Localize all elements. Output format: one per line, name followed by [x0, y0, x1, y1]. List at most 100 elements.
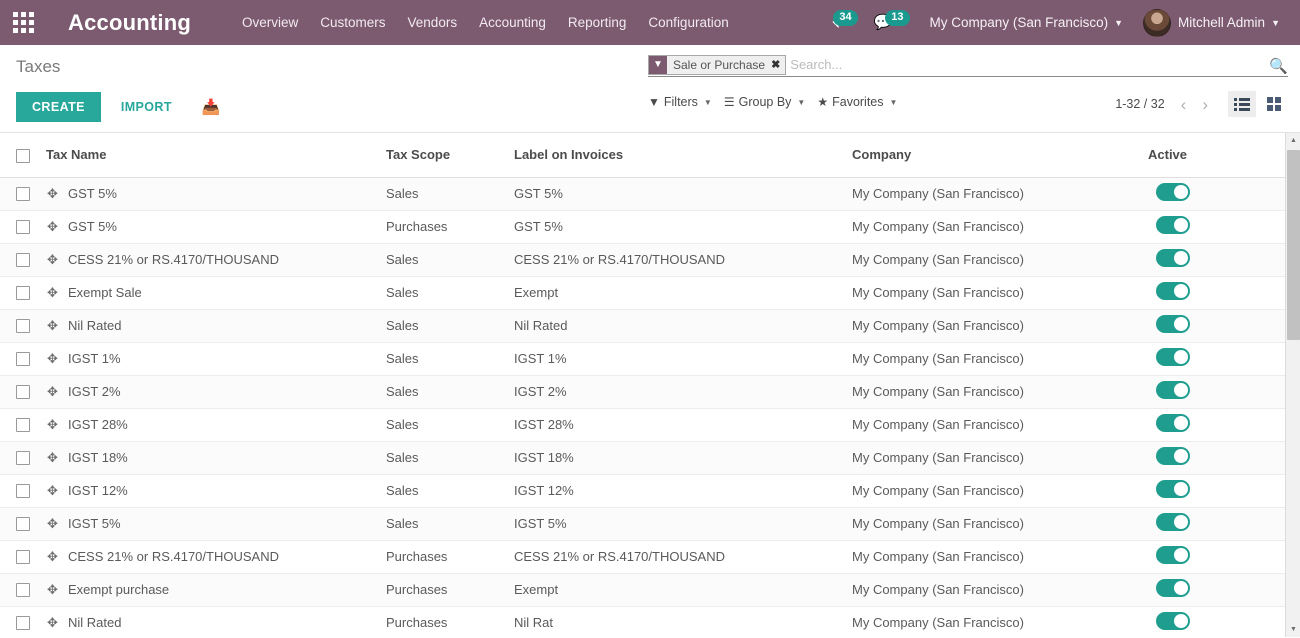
cell-tax-scope[interactable]: Sales — [386, 474, 514, 508]
row-checkbox[interactable] — [16, 220, 30, 235]
table-row[interactable]: ✥ IGST 2% Sales IGST 2% My Company (San Fran… — [0, 375, 1286, 409]
active-toggle[interactable] — [1156, 381, 1190, 399]
user-menu[interactable]: Mitchell Admin ▼ — [1133, 0, 1290, 45]
active-toggle[interactable] — [1156, 183, 1190, 201]
cell-tax-scope[interactable]: Sales — [386, 375, 514, 409]
active-toggle[interactable] — [1156, 480, 1190, 498]
drag-move-icon[interactable]: ✥ — [46, 451, 59, 464]
active-toggle[interactable] — [1156, 216, 1190, 234]
vertical-scrollbar[interactable]: ▲ ▼ — [1285, 133, 1300, 637]
cell-tax-name[interactable]: ✥ Exempt Sale — [46, 276, 386, 310]
row-checkbox[interactable] — [16, 187, 30, 202]
cell-label-on-invoices[interactable]: Exempt — [514, 276, 852, 310]
cell-label-on-invoices[interactable]: IGST 1% — [514, 342, 852, 376]
cell-tax-scope[interactable]: Purchases — [386, 210, 514, 244]
column-header-tax-name[interactable]: Tax Name — [46, 133, 386, 178]
table-row[interactable]: ✥ CESS 21% or RS.4170/THOUSAND Purchases CE… — [0, 540, 1286, 574]
row-checkbox[interactable] — [16, 583, 30, 598]
table-row[interactable]: ✥ Exempt Sale Sales Exempt My Company (San F… — [0, 276, 1286, 310]
drag-move-icon[interactable]: ✥ — [46, 187, 59, 200]
cell-tax-name[interactable]: ✥ IGST 18% — [46, 441, 386, 475]
cell-tax-scope[interactable]: Sales — [386, 243, 514, 277]
row-checkbox[interactable] — [16, 616, 30, 631]
table-row[interactable]: ✥ Nil Rated Sales Nil Rated My Company (San … — [0, 309, 1286, 343]
cell-label-on-invoices[interactable]: CESS 21% or RS.4170/THOUSAND — [514, 540, 852, 574]
cell-tax-name[interactable]: ✥ GST 5% — [46, 177, 386, 211]
cell-tax-name[interactable]: ✥ IGST 12% — [46, 474, 386, 508]
row-checkbox[interactable] — [16, 286, 30, 301]
cell-label-on-invoices[interactable]: IGST 12% — [514, 474, 852, 508]
cell-label-on-invoices[interactable]: Nil Rated — [514, 309, 852, 343]
cell-label-on-invoices[interactable]: IGST 28% — [514, 408, 852, 442]
cell-tax-scope[interactable]: Sales — [386, 342, 514, 376]
menu-item-overview[interactable]: Overview — [231, 2, 309, 43]
list-view-button[interactable] — [1228, 91, 1256, 117]
scroll-down-arrow-icon[interactable]: ▼ — [1286, 622, 1300, 637]
row-checkbox[interactable] — [16, 319, 30, 334]
table-row[interactable]: ✥ GST 5% Sales GST 5% My Company (San Franci… — [0, 177, 1286, 211]
drag-move-icon[interactable]: ✥ — [46, 319, 59, 332]
drag-move-icon[interactable]: ✥ — [46, 352, 59, 365]
cell-label-on-invoices[interactable]: Nil Rat — [514, 606, 852, 637]
active-toggle[interactable] — [1156, 414, 1190, 432]
cell-tax-name[interactable]: ✥ CESS 21% or RS.4170/THOUSAND — [46, 540, 386, 574]
import-button[interactable]: IMPORT — [109, 92, 184, 122]
cell-company[interactable]: My Company (San Francisco) — [852, 210, 1148, 244]
active-toggle[interactable] — [1156, 447, 1190, 465]
filters-dropdown[interactable]: ▼ Filters ▼ — [648, 95, 712, 109]
drag-move-icon[interactable]: ✥ — [46, 550, 59, 563]
scroll-up-arrow-icon[interactable]: ▲ — [1286, 133, 1300, 148]
cell-label-on-invoices[interactable]: IGST 5% — [514, 507, 852, 541]
cell-company[interactable]: My Company (San Francisco) — [852, 507, 1148, 541]
messages-button[interactable]: 💬 13 — [868, 0, 920, 45]
favorites-dropdown[interactable]: ★ Favorites ▼ — [817, 95, 897, 109]
search-icon[interactable]: 🔍 — [1269, 57, 1288, 75]
create-button[interactable]: CREATE — [16, 92, 101, 122]
active-toggle[interactable] — [1156, 249, 1190, 267]
active-toggle[interactable] — [1156, 546, 1190, 564]
activities-button[interactable]: ⏴ 34 — [826, 0, 868, 45]
cell-tax-scope[interactable]: Purchases — [386, 606, 514, 637]
menu-item-configuration[interactable]: Configuration — [637, 2, 739, 43]
drag-move-icon[interactable]: ✥ — [46, 385, 59, 398]
active-toggle[interactable] — [1156, 315, 1190, 333]
cell-tax-name[interactable]: ✥ Nil Rated — [46, 309, 386, 343]
cell-label-on-invoices[interactable]: GST 5% — [514, 177, 852, 211]
table-row[interactable]: ✥ IGST 18% Sales IGST 18% My Company (San Fr… — [0, 441, 1286, 475]
drag-move-icon[interactable]: ✥ — [46, 286, 59, 299]
row-checkbox[interactable] — [16, 484, 30, 499]
pager-next-button[interactable]: › — [1196, 96, 1214, 113]
kanban-view-button[interactable] — [1260, 91, 1288, 117]
active-toggle[interactable] — [1156, 348, 1190, 366]
menu-item-accounting[interactable]: Accounting — [468, 2, 557, 43]
drag-move-icon[interactable]: ✥ — [46, 616, 59, 629]
drag-move-icon[interactable]: ✥ — [46, 418, 59, 431]
cell-tax-name[interactable]: ✥ Nil Rated — [46, 606, 386, 637]
cell-label-on-invoices[interactable]: Exempt — [514, 573, 852, 607]
table-row[interactable]: ✥ Exempt purchase Purchases Exempt My Compan… — [0, 573, 1286, 607]
column-header-label-on-invoices[interactable]: Label on Invoices — [514, 133, 852, 178]
cell-company[interactable]: My Company (San Francisco) — [852, 342, 1148, 376]
cell-tax-scope[interactable]: Purchases — [386, 540, 514, 574]
cell-company[interactable]: My Company (San Francisco) — [852, 441, 1148, 475]
select-all-checkbox[interactable] — [16, 148, 30, 163]
table-row[interactable]: ✥ IGST 5% Sales IGST 5% My Company (San Fran… — [0, 507, 1286, 541]
cell-tax-scope[interactable]: Sales — [386, 309, 514, 343]
download-icon[interactable]: 📥 — [196, 94, 227, 120]
menu-item-vendors[interactable]: Vendors — [397, 2, 469, 43]
row-checkbox[interactable] — [16, 385, 30, 400]
row-checkbox[interactable] — [16, 418, 30, 433]
cell-tax-name[interactable]: ✥ GST 5% — [46, 210, 386, 244]
active-toggle[interactable] — [1156, 513, 1190, 531]
cell-tax-name[interactable]: ✥ IGST 28% — [46, 408, 386, 442]
table-row[interactable]: ✥ IGST 28% Sales IGST 28% My Company (San Fr… — [0, 408, 1286, 442]
table-row[interactable]: ✥ IGST 1% Sales IGST 1% My Company (San Fran… — [0, 342, 1286, 376]
active-toggle[interactable] — [1156, 579, 1190, 597]
pager-previous-button[interactable]: ‹ — [1175, 96, 1193, 113]
drag-move-icon[interactable]: ✥ — [46, 220, 59, 233]
cell-tax-scope[interactable]: Sales — [386, 408, 514, 442]
cell-tax-name[interactable]: ✥ Exempt purchase — [46, 573, 386, 607]
cell-company[interactable]: My Company (San Francisco) — [852, 573, 1148, 607]
cell-label-on-invoices[interactable]: GST 5% — [514, 210, 852, 244]
table-row[interactable]: ✥ CESS 21% or RS.4170/THOUSAND Sales CESS 2… — [0, 243, 1286, 277]
